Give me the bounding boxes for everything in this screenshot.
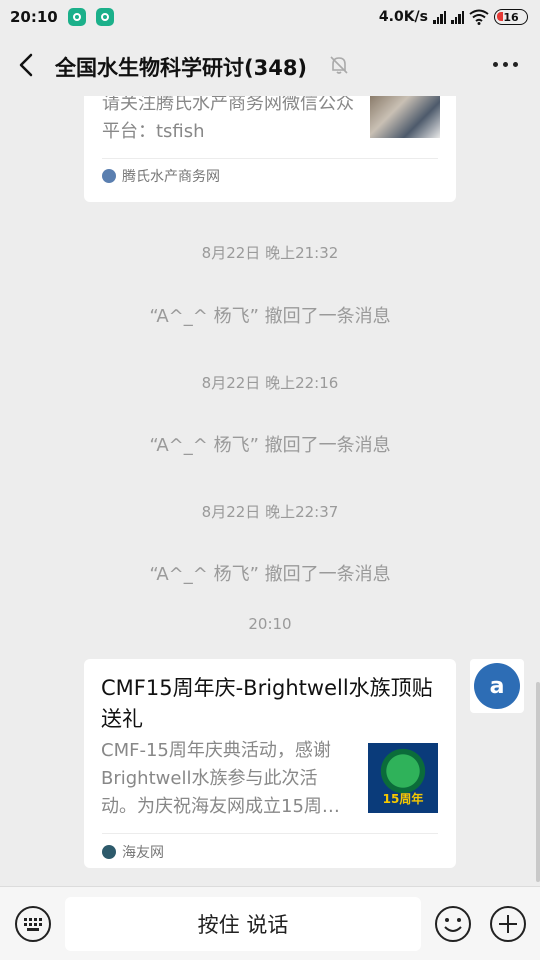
notification-app-icon xyxy=(67,8,86,26)
source-logo-icon xyxy=(102,845,116,859)
status-bar: 20:10 4.0K/s 16 xyxy=(0,0,540,34)
battery-icon: 16 xyxy=(494,9,528,25)
divider xyxy=(102,833,438,834)
notification-app-icon xyxy=(95,8,114,26)
avatar-logo: a xyxy=(474,663,520,709)
chat-input-bar: 按住 说话 xyxy=(0,886,540,960)
link-card[interactable]: 请关注腾氏水产商务网微信公众平台：tsfish 腾氏水产商务网 xyxy=(84,96,456,202)
emoji-icon[interactable] xyxy=(434,905,472,943)
recall-notice: “A^_^ 杨飞” 撤回了一条消息 xyxy=(149,435,391,456)
link-card-thumbnail xyxy=(370,96,440,138)
recall-notice: “A^_^ 杨飞” 撤回了一条消息 xyxy=(149,564,391,585)
link-card-thumbnail: 15周年 xyxy=(368,743,438,813)
link-card-description: CMF-15周年庆典活动，感谢Brightwell水族参与此次活动。为庆祝海友网… xyxy=(101,740,340,817)
hold-to-talk-button[interactable]: 按住 说话 xyxy=(65,897,421,951)
divider xyxy=(102,158,438,159)
source-name: 海友网 xyxy=(122,845,164,861)
scrollbar[interactable] xyxy=(536,682,540,882)
back-arrow-icon[interactable] xyxy=(14,52,40,78)
chat-title: 全国水生物科学研讨(348) xyxy=(55,56,308,80)
message-timestamp: 8月22日 晚上22:37 xyxy=(201,503,339,521)
network-speed: 4.0K/s xyxy=(378,9,428,25)
keyboard-toggle-icon[interactable] xyxy=(14,905,52,943)
link-card-source: 腾氏水产商务网 xyxy=(102,166,220,186)
chat-message-list[interactable]: 请关注腾氏水产商务网微信公众平台：tsfish 腾氏水产商务网 8月22日 晚上… xyxy=(0,96,540,886)
plus-icon[interactable] xyxy=(489,905,527,943)
battery-level: 16 xyxy=(503,10,519,24)
sender-avatar[interactable]: a xyxy=(470,659,524,713)
recall-notice: “A^_^ 杨飞” 撤回了一条消息 xyxy=(149,306,391,327)
source-logo-icon xyxy=(102,169,116,183)
mute-bell-icon xyxy=(330,56,348,74)
link-card-title: CMF15周年庆-Brightwell水族顶贴送礼 xyxy=(101,676,433,731)
thumbnail-caption: 15周年 xyxy=(382,792,424,806)
link-card-description: 请关注腾氏水产商务网微信公众平台：tsfish xyxy=(102,96,354,142)
signal-icon xyxy=(451,10,464,24)
message-timestamp: 8月22日 晚上22:16 xyxy=(201,374,339,392)
status-time: 20:10 xyxy=(10,8,58,26)
link-card[interactable]: CMF15周年庆-Brightwell水族顶贴送礼 CMF-15周年庆典活动，感… xyxy=(84,659,456,868)
signal-icon xyxy=(433,10,446,24)
wifi-icon xyxy=(469,9,489,25)
message-timestamp: 20:10 xyxy=(248,615,292,633)
more-options-icon[interactable] xyxy=(493,62,518,67)
message-timestamp: 8月22日 晚上21:32 xyxy=(201,244,339,262)
source-name: 腾氏水产商务网 xyxy=(122,169,220,185)
chat-header: 全国水生物科学研讨(348) xyxy=(0,34,540,96)
link-card-source: 海友网 xyxy=(102,842,164,862)
